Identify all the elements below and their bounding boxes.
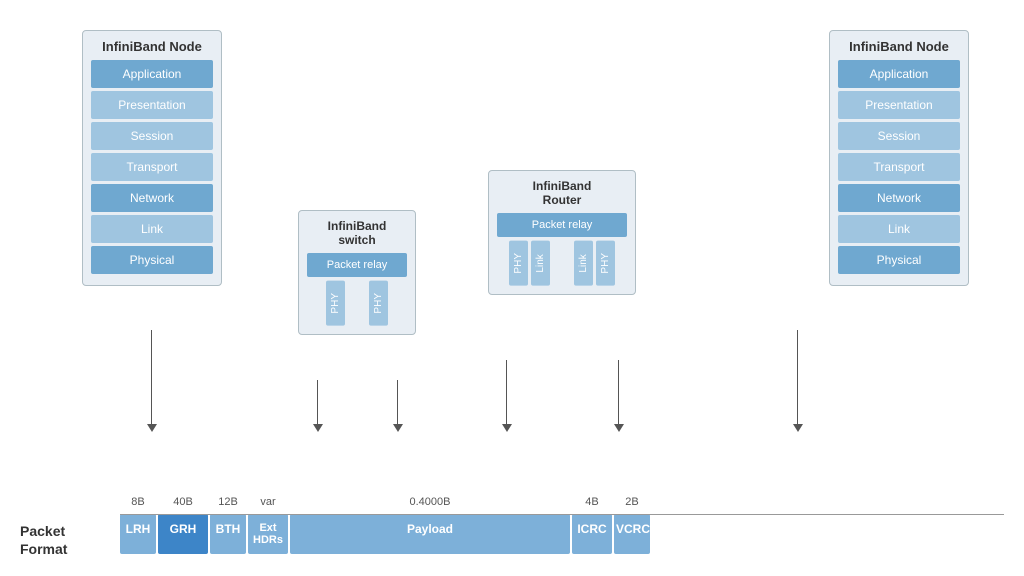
right-layer-network: Network [838, 184, 960, 212]
arrowhead-switch-right [393, 424, 403, 432]
arrowhead-left-node [147, 424, 157, 432]
router-title: InfiniBandRouter [497, 179, 627, 207]
left-layer-session: Session [91, 122, 213, 150]
left-layer-physical: Physical [91, 246, 213, 274]
router-box: InfiniBandRouter Packet relay PHY Link L… [488, 170, 636, 295]
switch-relay: Packet relay [307, 253, 407, 277]
left-layer-presentation: Presentation [91, 91, 213, 119]
router-link-left: Link [531, 241, 550, 286]
left-node: InfiniBand Node Application Presentation… [82, 30, 222, 286]
left-node-title: InfiniBand Node [91, 39, 213, 54]
right-layer-transport: Transport [838, 153, 960, 181]
right-node-title: InfiniBand Node [838, 39, 960, 54]
packet-format-label: PacketFormat [20, 514, 120, 558]
size-labels-row: 8B 40B 12B var 0.4000B 4B 2B [120, 496, 650, 508]
size-bth: 12B [210, 496, 246, 508]
pkt-vcrc: VCRC [614, 514, 650, 554]
pkt-grh: GRH [158, 514, 208, 554]
pkt-ext: ExtHDRs [248, 514, 288, 554]
left-layer-transport: Transport [91, 153, 213, 181]
diagram-container: InfiniBand Node Application Presentation… [0, 0, 1024, 576]
right-layer-link: Link [838, 215, 960, 243]
arrow-router-left [506, 360, 507, 428]
arrow-router-right [618, 360, 619, 428]
size-grh: 40B [158, 496, 208, 508]
right-layer-application: Application [838, 60, 960, 88]
pkt-bth: BTH [210, 514, 246, 554]
size-vcrc: 2B [614, 496, 650, 508]
right-layer-session: Session [838, 122, 960, 150]
right-node: InfiniBand Node Application Presentation… [829, 30, 969, 286]
pkt-payload: Payload [290, 514, 570, 554]
size-payload: 0.4000B [290, 496, 570, 508]
right-layer-presentation: Presentation [838, 91, 960, 119]
arrowhead-right-node [793, 424, 803, 432]
left-layer-network: Network [91, 184, 213, 212]
switch-phy-left: PHY [326, 281, 345, 326]
router-phy-left: PHY [509, 241, 528, 286]
arrow-right-node [797, 330, 798, 430]
size-icrc: 4B [572, 496, 612, 508]
router-relay: Packet relay [497, 213, 627, 237]
left-layer-application: Application [91, 60, 213, 88]
switch-phy-row: PHY PHY [307, 281, 407, 326]
arrowhead-router-left [502, 424, 512, 432]
packet-cells: LRH GRH BTH ExtHDRs Payload ICRC VCRC [120, 514, 650, 554]
pkt-icrc: ICRC [572, 514, 612, 554]
switch-phy-right: PHY [369, 281, 388, 326]
arrow-switch-left [317, 380, 318, 430]
left-layer-link: Link [91, 215, 213, 243]
size-lrh: 8B [120, 496, 156, 508]
arrowhead-router-right [614, 424, 624, 432]
right-layer-physical: Physical [838, 246, 960, 274]
size-ext: var [248, 496, 288, 508]
switch-box: InfiniBandswitch Packet relay PHY PHY [298, 210, 416, 335]
arrow-switch-right [397, 380, 398, 430]
router-phy-row: PHY Link Link PHY [497, 241, 627, 286]
arrow-left-node [151, 330, 152, 430]
packet-section: 8B 40B 12B var 0.4000B 4B 2B PacketForma… [20, 514, 1004, 558]
switch-title: InfiniBandswitch [307, 219, 407, 247]
router-phy-right: PHY [596, 241, 615, 286]
router-link-right: Link [574, 241, 593, 286]
pkt-lrh: LRH [120, 514, 156, 554]
arrowhead-switch-left [313, 424, 323, 432]
packet-format-row: PacketFormat LRH GRH BTH ExtHDRs Payload… [20, 514, 1004, 558]
packet-top-line [120, 514, 1004, 515]
